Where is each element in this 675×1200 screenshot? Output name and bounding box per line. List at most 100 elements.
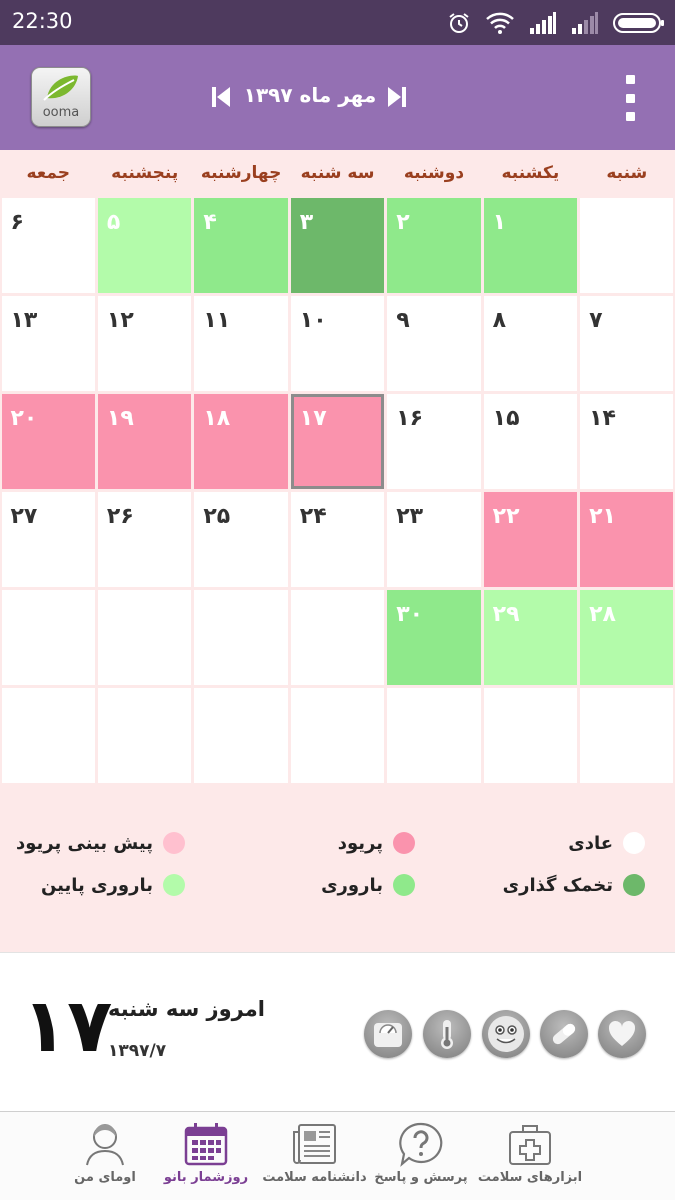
scale-icon [374,1023,402,1047]
calendar-day-cell[interactable]: ۲۹ [483,590,578,686]
legend-fertile: باروری [321,874,415,896]
legend-normal: عادی [568,832,645,854]
wifi-icon [485,11,515,35]
day-number: ۷ [589,307,603,333]
love-tool-button[interactable] [598,1010,646,1058]
status-time: 22:30 [12,9,73,33]
legend-label-normal: عادی [568,832,613,854]
calendar-day-cell[interactable]: ۲۵ [194,492,288,588]
nav-encyclopedia[interactable]: دانشنامه سلامت [262,1112,367,1200]
weekday-label: دوشنبه [403,163,465,183]
calendar-day-cell[interactable]: ۱۰ [290,295,385,391]
first-aid-icon [505,1120,555,1168]
calendar-day-cell[interactable]: ۱۲ [97,295,192,391]
today-panel: ۱۷ امروز سه شنبه ۱۳۹۷/۷ [0,952,675,1112]
calendar-day-cell[interactable]: ۲۱ [580,492,674,588]
calendar-day-cell[interactable]: ۲۲ [483,492,578,588]
nav-qa[interactable]: پرسش و پاسخ [367,1112,475,1200]
weekday-label: سه شنبه [300,163,375,183]
skip-previous-icon [212,87,230,107]
mood-tool-button[interactable] [482,1010,530,1058]
weekday-label: جمعه [26,163,71,183]
day-number: ۶ [10,209,24,235]
calendar-day-cell[interactable]: ۳۰ [387,590,481,686]
nav-label-calendar: روزشمار بانو [163,1170,249,1185]
more-vertical-icon [625,75,635,84]
calendar-day-cell[interactable]: ۶ [1,197,95,293]
day-number: ۵ [106,209,121,235]
legend-ovulation: تخمک گذاری [503,874,645,896]
calendar-day-cell[interactable]: ۱۴ [580,393,674,489]
calendar-day-cell[interactable]: ۲ [387,197,481,293]
nav-my-ooma[interactable]: اومای من [60,1112,150,1200]
weekday-label: شنبه [606,163,648,183]
calendar-day-cell[interactable]: ۱۷ [290,393,385,489]
calendar-day-cell[interactable]: ۳ [290,197,385,293]
calendar-day-cell[interactable]: ۲۶ [97,492,192,588]
smiley-icon [488,1016,524,1052]
calendar-day-cell[interactable]: ۴ [194,197,288,293]
calendar-day-cell[interactable]: ۷ [580,295,674,391]
next-month-button[interactable] [384,83,410,111]
legend-period: پریود [338,832,415,854]
today-day-number: ۱۷ [22,983,113,1069]
calendar-day-cell[interactable]: ۲۷ [1,492,95,588]
calendar-empty-cell [194,590,288,686]
nav-health-tools[interactable]: ابزارهای سلامت [475,1112,585,1200]
calendar-empty-cell [580,688,674,784]
pill-icon [552,1023,576,1045]
calendar-empty-cell [97,688,192,784]
newspaper-icon [290,1120,340,1168]
calendar-day-cell[interactable]: ۱۹ [97,393,192,489]
month-calendar: شنبه یکشنبه دوشنبه سه شنبه چهارشنبه پنجشنبه جم… [0,150,675,785]
day-number: ۴ [203,209,217,235]
logo-text: ooma [42,105,80,120]
nav-label-encyclopedia: دانشنامه سلامت [262,1170,367,1185]
previous-month-button[interactable] [208,83,234,111]
day-number: ۱۴ [589,405,616,431]
medication-tool-button[interactable] [540,1010,588,1058]
skip-next-icon [388,87,406,107]
calendar-day-cell[interactable]: ۲۸ [580,590,674,686]
app-logo[interactable]: ooma [31,67,91,127]
legend-dot-period [393,832,415,854]
question-icon [396,1120,446,1168]
calendar-day-cell[interactable]: ۱۳ [1,295,95,391]
calendar-day-cell[interactable]: ۱۵ [483,393,578,489]
calendar-day-cell[interactable]: ۲۴ [290,492,385,588]
battery-icon [613,12,665,34]
legend-label-fertile: باروری [321,874,383,896]
heart-icon [608,1020,636,1046]
calendar-day-cell[interactable]: ۲۳ [387,492,481,588]
calendar-day-cell[interactable]: ۱۱ [194,295,288,391]
nav-calendar[interactable]: روزشمار بانو [150,1112,262,1200]
day-number: ۲۱ [589,504,616,529]
day-number: ۳۰ [396,602,424,628]
day-number: ۳ [299,209,314,235]
legend-low-fertile: باروری پایین [41,874,185,896]
temperature-tool-button[interactable] [423,1010,471,1058]
calendar-day-cell[interactable]: ۵ [97,197,192,293]
calendar-day-cell[interactable]: ۲۰ [1,393,95,489]
legend-label-period-forecast: پیش بینی پریود [16,832,153,854]
legend-label-ovulation: تخمک گذاری [502,874,613,896]
legend-label-low-fertile: باروری پایین [40,874,153,896]
calendar-day-cell[interactable]: ۹ [387,295,481,391]
calendar-day-cell[interactable]: ۸ [483,295,578,391]
calendar-day-cell[interactable]: ۱۶ [387,393,481,489]
legend-dot-normal [623,832,645,854]
signal-weak-icon [571,12,599,34]
legend-dot-period-forecast [163,832,185,854]
day-number: ۲۳ [396,504,424,529]
app-bar: ooma مهر ماه ۱۳۹۷ [0,45,675,150]
calendar-day-cell[interactable]: ۱۸ [194,393,288,489]
profile-icon [80,1120,130,1168]
day-number: ۲۴ [299,504,327,529]
month-title: مهر ماه ۱۳۹۷ [243,83,377,107]
day-number: ۲۵ [203,504,231,529]
day-number: ۱۸ [203,405,231,431]
calendar-empty-cell [1,688,95,784]
weight-tool-button[interactable] [364,1010,412,1058]
overflow-menu-button[interactable] [623,75,637,121]
calendar-day-cell[interactable]: ۱ [483,197,578,293]
